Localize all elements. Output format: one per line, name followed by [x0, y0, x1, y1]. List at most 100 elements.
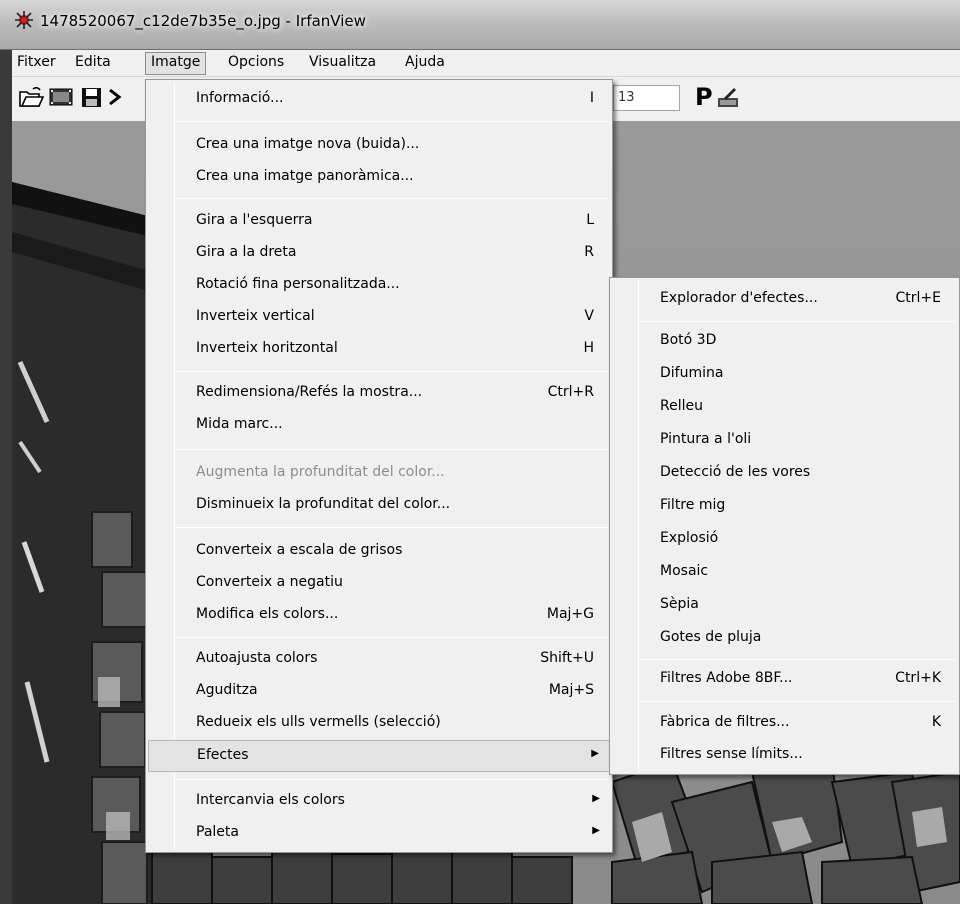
menu-item-inverteix-vertical[interactable]: Inverteix vertical V	[148, 302, 610, 334]
menu-item-filtres-sense-limits[interactable]: Filtres sense límits...	[612, 740, 957, 772]
menu-item-aguditza[interactable]: Aguditza Maj+S	[148, 676, 610, 708]
menu-item-filtre-mig[interactable]: Filtre mig	[612, 491, 957, 523]
menu-item-explosio[interactable]: Explosió	[612, 524, 957, 556]
menu-item-label: Filtres Adobe 8BF...	[660, 670, 793, 686]
menu-item-shortcut: Ctrl+R	[547, 384, 594, 400]
menu-item-label: Efectes	[197, 747, 249, 763]
menu-item-paleta[interactable]: Paleta ▶	[148, 818, 610, 850]
menu-item-label: Difumina	[660, 365, 724, 381]
menu-item-escala-grisos[interactable]: Converteix a escala de grisos	[148, 536, 610, 568]
menu-item-shortcut: R	[584, 244, 594, 260]
menu-item-mosaic[interactable]: Mosaic	[612, 557, 957, 589]
paint-icon[interactable]	[716, 84, 740, 110]
menu-separator	[176, 779, 608, 780]
menu-item-label: Converteix a escala de grisos	[196, 542, 403, 558]
menu-item-deteccio-vores[interactable]: Detecció de les vores	[612, 458, 957, 490]
menu-item-crea-imatge-nova[interactable]: Crea una imatge nova (buida)...	[148, 130, 610, 162]
p-button[interactable]: P	[695, 83, 713, 111]
menu-imatge[interactable]: Imatge	[145, 52, 207, 75]
menu-item-augmenta-profunditat: Augmenta la profunditat del color...	[148, 458, 610, 490]
open-folder-icon[interactable]	[18, 84, 44, 110]
menu-item-negatiu[interactable]: Converteix a negatiu	[148, 568, 610, 600]
menu-separator	[176, 198, 608, 199]
menu-separator	[640, 701, 955, 702]
menu-separator	[176, 121, 608, 122]
menu-edita[interactable]: Edita	[70, 52, 116, 75]
menu-item-label: Filtres sense límits...	[660, 746, 803, 762]
title-bar[interactable]: 1478520067_c12de7b35e_o.jpg - IrfanView	[0, 0, 960, 50]
menu-item-inverteix-horitzontal[interactable]: Inverteix horitzontal H	[148, 334, 610, 366]
menu-item-efectes[interactable]: Efectes ▶	[148, 740, 610, 772]
menu-item-label: Relleu	[660, 398, 703, 414]
menu-visualitza[interactable]: Visualitza	[304, 52, 381, 75]
menu-item-boto-3d[interactable]: Botó 3D	[612, 326, 957, 358]
menu-item-explorador-efectes[interactable]: Explorador d'efectes... Ctrl+E	[612, 284, 957, 316]
menu-item-label: Mosaic	[660, 563, 709, 579]
submenu-arrow-icon: ▶	[591, 748, 599, 759]
irfanview-app-icon	[15, 11, 33, 29]
menu-item-shortcut: I	[589, 90, 594, 106]
menu-item-shortcut: V	[584, 308, 594, 324]
menu-item-label: Rotació fina personalitzada...	[196, 276, 400, 292]
menu-item-label: Mida marc...	[196, 416, 283, 432]
save-icon[interactable]	[80, 84, 104, 110]
menu-item-label: Fàbrica de filtres...	[660, 714, 790, 730]
menu-item-gira-esquerra[interactable]: Gira a l'esquerra L	[148, 206, 610, 238]
menu-item-shortcut: Ctrl+K	[895, 670, 941, 686]
menu-item-label: Converteix a negatiu	[196, 574, 343, 590]
menu-item-label: Aguditza	[196, 682, 258, 698]
menu-opcions[interactable]: Opcions	[223, 52, 289, 75]
menu-item-label: Crea una imatge panoràmica...	[196, 168, 414, 184]
menu-item-rotacio-fina[interactable]: Rotació fina personalitzada...	[148, 270, 610, 302]
menu-item-crea-panoramica[interactable]: Crea una imatge panoràmica...	[148, 162, 610, 194]
menu-item-label: Crea una imatge nova (buida)...	[196, 136, 420, 152]
window-frame-left	[0, 50, 12, 904]
menu-item-intercanvia-colors[interactable]: Intercanvia els colors ▶	[148, 786, 610, 818]
menu-item-modifica-colors[interactable]: Modifica els colors... Maj+G	[148, 600, 610, 632]
submenu-arrow-icon: ▶	[592, 825, 600, 836]
menu-ajuda[interactable]: Ajuda	[400, 52, 450, 75]
effects-submenu: Explorador d'efectes... Ctrl+E Botó 3D D…	[609, 277, 960, 775]
menu-item-ulls-vermells[interactable]: Redueix els ulls vermells (selecció)	[148, 708, 610, 740]
menu-item-gotes-pluja[interactable]: Gotes de pluja	[612, 623, 957, 655]
menu-item-autoajusta-colors[interactable]: Autoajusta colors Shift+U	[148, 644, 610, 676]
menu-item-label: Redimensiona/Refés la mostra...	[196, 384, 423, 400]
menu-item-label: Redueix els ulls vermells (selecció)	[196, 714, 441, 730]
menu-separator	[640, 321, 955, 322]
menu-item-shortcut: Ctrl+E	[895, 290, 942, 306]
menu-bar: Fitxer Edita Imatge Opcions Visualitza A…	[12, 50, 960, 77]
menu-separator	[176, 637, 608, 638]
menu-item-label: Inverteix vertical	[196, 308, 315, 324]
menu-item-label: Gira a la dreta	[196, 244, 297, 260]
window-title: 1478520067_c12de7b35e_o.jpg - IrfanView	[40, 12, 366, 30]
menu-item-label: Explorador d'efectes...	[660, 290, 818, 306]
menu-item-disminueix-profunditat[interactable]: Disminueix la profunditat del color...	[148, 490, 610, 522]
menu-item-relleu[interactable]: Relleu	[612, 392, 957, 424]
menu-item-filtres-adobe[interactable]: Filtres Adobe 8BF... Ctrl+K	[612, 664, 957, 696]
menu-item-redimensiona[interactable]: Redimensiona/Refés la mostra... Ctrl+R	[148, 378, 610, 410]
menu-item-label: Botó 3D	[660, 332, 717, 348]
menu-item-label: Paleta	[196, 824, 239, 840]
menu-item-shortcut: Maj+G	[546, 606, 594, 622]
menu-item-label: Augmenta la profunditat del color...	[196, 464, 445, 480]
menu-item-gira-dreta[interactable]: Gira a la dreta R	[148, 238, 610, 270]
menu-separator	[640, 659, 955, 660]
menu-item-label: Inverteix horitzontal	[196, 340, 338, 356]
close-icon[interactable]	[108, 84, 122, 110]
menu-item-label: Disminueix la profunditat del color...	[196, 496, 451, 512]
menu-fitxer[interactable]: Fitxer	[12, 52, 61, 75]
menu-item-informacio[interactable]: Informació... I	[148, 84, 610, 116]
menu-item-difumina[interactable]: Difumina	[612, 359, 957, 391]
slideshow-icon[interactable]	[48, 84, 74, 110]
menu-item-pintura-oli[interactable]: Pintura a l'oli	[612, 425, 957, 457]
zoom-field[interactable]: 13	[613, 85, 680, 111]
menu-item-sepia[interactable]: Sèpia	[612, 590, 957, 622]
menu-item-mida-marc[interactable]: Mida marc...	[148, 410, 610, 442]
menu-item-fabrica-filtres[interactable]: Fàbrica de filtres... K	[612, 708, 957, 740]
menu-item-shortcut: Maj+S	[548, 682, 594, 698]
menu-item-label: Filtre mig	[660, 497, 726, 513]
menu-separator	[176, 449, 608, 450]
menu-item-shortcut: K	[931, 714, 941, 730]
menu-item-label: Gotes de pluja	[660, 629, 762, 645]
menu-separator	[176, 371, 608, 372]
